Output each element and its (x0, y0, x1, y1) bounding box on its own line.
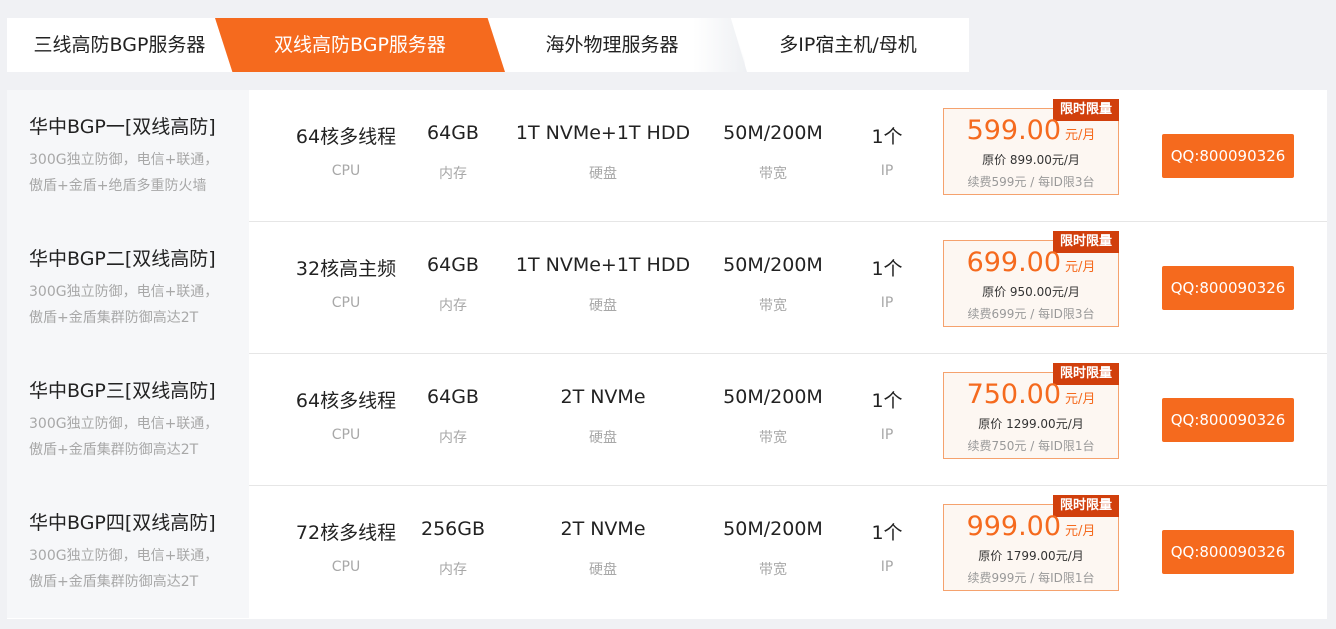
ip-label: IP (880, 295, 894, 311)
bandwidth-label: 带宽 (759, 298, 787, 314)
bandwidth-label: 带宽 (759, 562, 787, 578)
original-price: 原价 1799.00元/月 (978, 549, 1084, 563)
memory-label: 内存 (439, 430, 467, 446)
disk-label: 硬盘 (589, 430, 617, 446)
disk-value: 1T NVMe+1T HDD (515, 254, 691, 276)
tab-multi-ip-host[interactable]: 多IP宿主机/母机 (727, 18, 969, 72)
price-value: 999.00 (966, 511, 1062, 542)
ip-value: 1个 (871, 522, 903, 544)
bandwidth-label: 带宽 (759, 430, 787, 446)
memory-value: 64GB (427, 254, 479, 276)
bandwidth-label: 带宽 (759, 166, 787, 182)
ip-value: 1个 (871, 258, 903, 280)
product-info: 华中BGP四[双线高防] 300G独立防御，电信+联通，傲盾+金盾集群防御高达2… (7, 486, 249, 618)
cpu-label: CPU (331, 295, 361, 311)
original-price: 原价 899.00元/月 (982, 153, 1080, 167)
renewal-note: 续费599元 / 每ID限3台 (967, 175, 1095, 189)
product-info: 华中BGP一[双线高防] 300G独立防御，电信+联通，傲盾+金盾+绝盾多重防火… (7, 90, 249, 222)
renewal-note: 续费699元 / 每ID限3台 (967, 307, 1095, 321)
product-row: 华中BGP二[双线高防] 300G独立防御，电信+联通，傲盾+金盾集群防御高达2… (7, 222, 1327, 354)
product-name: 华中BGP三[双线高防] (29, 380, 216, 402)
bandwidth-value: 50M/200M (723, 518, 823, 540)
product-list: 华中BGP一[双线高防] 300G独立防御，电信+联通，傲盾+金盾+绝盾多重防火… (7, 90, 1327, 619)
disk-value: 2T NVMe (560, 386, 646, 408)
product-description: 300G独立防御，电信+联通，傲盾+金盾集群防御高达2T (29, 548, 219, 590)
ip-label: IP (880, 163, 894, 179)
qq-contact-button[interactable]: QQ:800090326 (1162, 134, 1294, 178)
price-box: 限时限量 750.00 元/月 原价 1299.00元/月 续费750元 / 每I… (943, 363, 1119, 459)
price-value: 699.00 (966, 247, 1062, 278)
price-unit: 元/月 (1065, 392, 1096, 407)
product-name: 华中BGP一[双线高防] (29, 116, 216, 138)
original-price: 原价 950.00元/月 (982, 285, 1080, 299)
bandwidth-value: 50M/200M (723, 386, 823, 408)
memory-label: 内存 (439, 562, 467, 578)
price-unit: 元/月 (1065, 524, 1096, 539)
memory-label: 内存 (439, 298, 467, 314)
product-info: 华中BGP三[双线高防] 300G独立防御，电信+联通，傲盾+金盾集群防御高达2… (7, 354, 249, 486)
bandwidth-value: 50M/200M (723, 122, 823, 144)
ip-label: IP (880, 427, 894, 443)
cpu-value: 64核多线程 (295, 390, 397, 412)
ip-value: 1个 (871, 126, 903, 148)
price-value: 599.00 (966, 115, 1062, 146)
product-row: 华中BGP三[双线高防] 300G独立防御，电信+联通，傲盾+金盾集群防御高达2… (7, 354, 1327, 486)
original-price: 原价 1299.00元/月 (978, 417, 1084, 431)
product-description: 300G独立防御，电信+联通，傲盾+金盾集群防御高达2T (29, 284, 219, 326)
qq-contact-button[interactable]: QQ:800090326 (1162, 530, 1294, 574)
qq-contact-button[interactable]: QQ:800090326 (1162, 398, 1294, 442)
tab-dual-line-bgp[interactable]: 双线高防BGP服务器 (215, 18, 505, 72)
product-description: 300G独立防御，电信+联通，傲盾+金盾+绝盾多重防火墙 (29, 152, 219, 194)
memory-value: 256GB (420, 518, 486, 540)
cpu-value: 72核多线程 (295, 522, 397, 544)
price-line: 999.00 元/月 (944, 511, 1118, 542)
product-info: 华中BGP二[双线高防] 300G独立防御，电信+联通，傲盾+金盾集群防御高达2… (7, 222, 249, 354)
cpu-label: CPU (331, 163, 361, 179)
bandwidth-value: 50M/200M (723, 254, 823, 276)
cpu-value: 64核多线程 (295, 126, 397, 148)
qq-contact-button[interactable]: QQ:800090326 (1162, 266, 1294, 310)
cpu-label: CPU (331, 427, 361, 443)
product-row: 华中BGP四[双线高防] 300G独立防御，电信+联通，傲盾+金盾集群防御高达2… (7, 486, 1327, 618)
price-box: 限时限量 699.00 元/月 原价 950.00元/月 续费699元 / 每ID… (943, 231, 1119, 327)
tab-overseas-physical[interactable]: 海外物理服务器 (477, 18, 747, 72)
disk-label: 硬盘 (589, 166, 617, 182)
tab-triple-line-bgp[interactable]: 三线高防BGP服务器 (7, 18, 232, 72)
disk-label: 硬盘 (589, 562, 617, 578)
memory-value: 64GB (427, 122, 479, 144)
price-unit: 元/月 (1065, 260, 1096, 275)
price-value: 750.00 (966, 379, 1062, 410)
memory-value: 64GB (427, 386, 479, 408)
memory-label: 内存 (439, 166, 467, 182)
product-row: 华中BGP一[双线高防] 300G独立防御，电信+联通，傲盾+金盾+绝盾多重防火… (7, 90, 1327, 222)
disk-value: 1T NVMe+1T HDD (515, 122, 691, 144)
product-name: 华中BGP四[双线高防] (29, 512, 216, 534)
price-box: 限时限量 999.00 元/月 原价 1799.00元/月 续费999元 / 每I… (943, 495, 1119, 591)
disk-label: 硬盘 (589, 298, 617, 314)
server-category-tabs: 三线高防BGP服务器 海外物理服务器 双线高防BGP服务器 多IP宿主机/母机 (7, 18, 969, 72)
renewal-note: 续费750元 / 每ID限1台 (967, 439, 1095, 453)
price-line: 699.00 元/月 (944, 247, 1118, 278)
ip-value: 1个 (871, 390, 903, 412)
renewal-note: 续费999元 / 每ID限1台 (967, 571, 1095, 585)
price-line: 750.00 元/月 (944, 379, 1118, 410)
product-name: 华中BGP二[双线高防] (29, 248, 216, 270)
cpu-label: CPU (331, 559, 361, 575)
ip-label: IP (880, 559, 894, 575)
price-line: 599.00 元/月 (944, 115, 1118, 146)
cpu-value: 32核高主频 (295, 258, 397, 280)
product-description: 300G独立防御，电信+联通，傲盾+金盾集群防御高达2T (29, 416, 219, 458)
price-box: 限时限量 599.00 元/月 原价 899.00元/月 续费599元 / 每ID… (943, 99, 1119, 195)
disk-value: 2T NVMe (560, 518, 646, 540)
price-unit: 元/月 (1065, 128, 1096, 143)
